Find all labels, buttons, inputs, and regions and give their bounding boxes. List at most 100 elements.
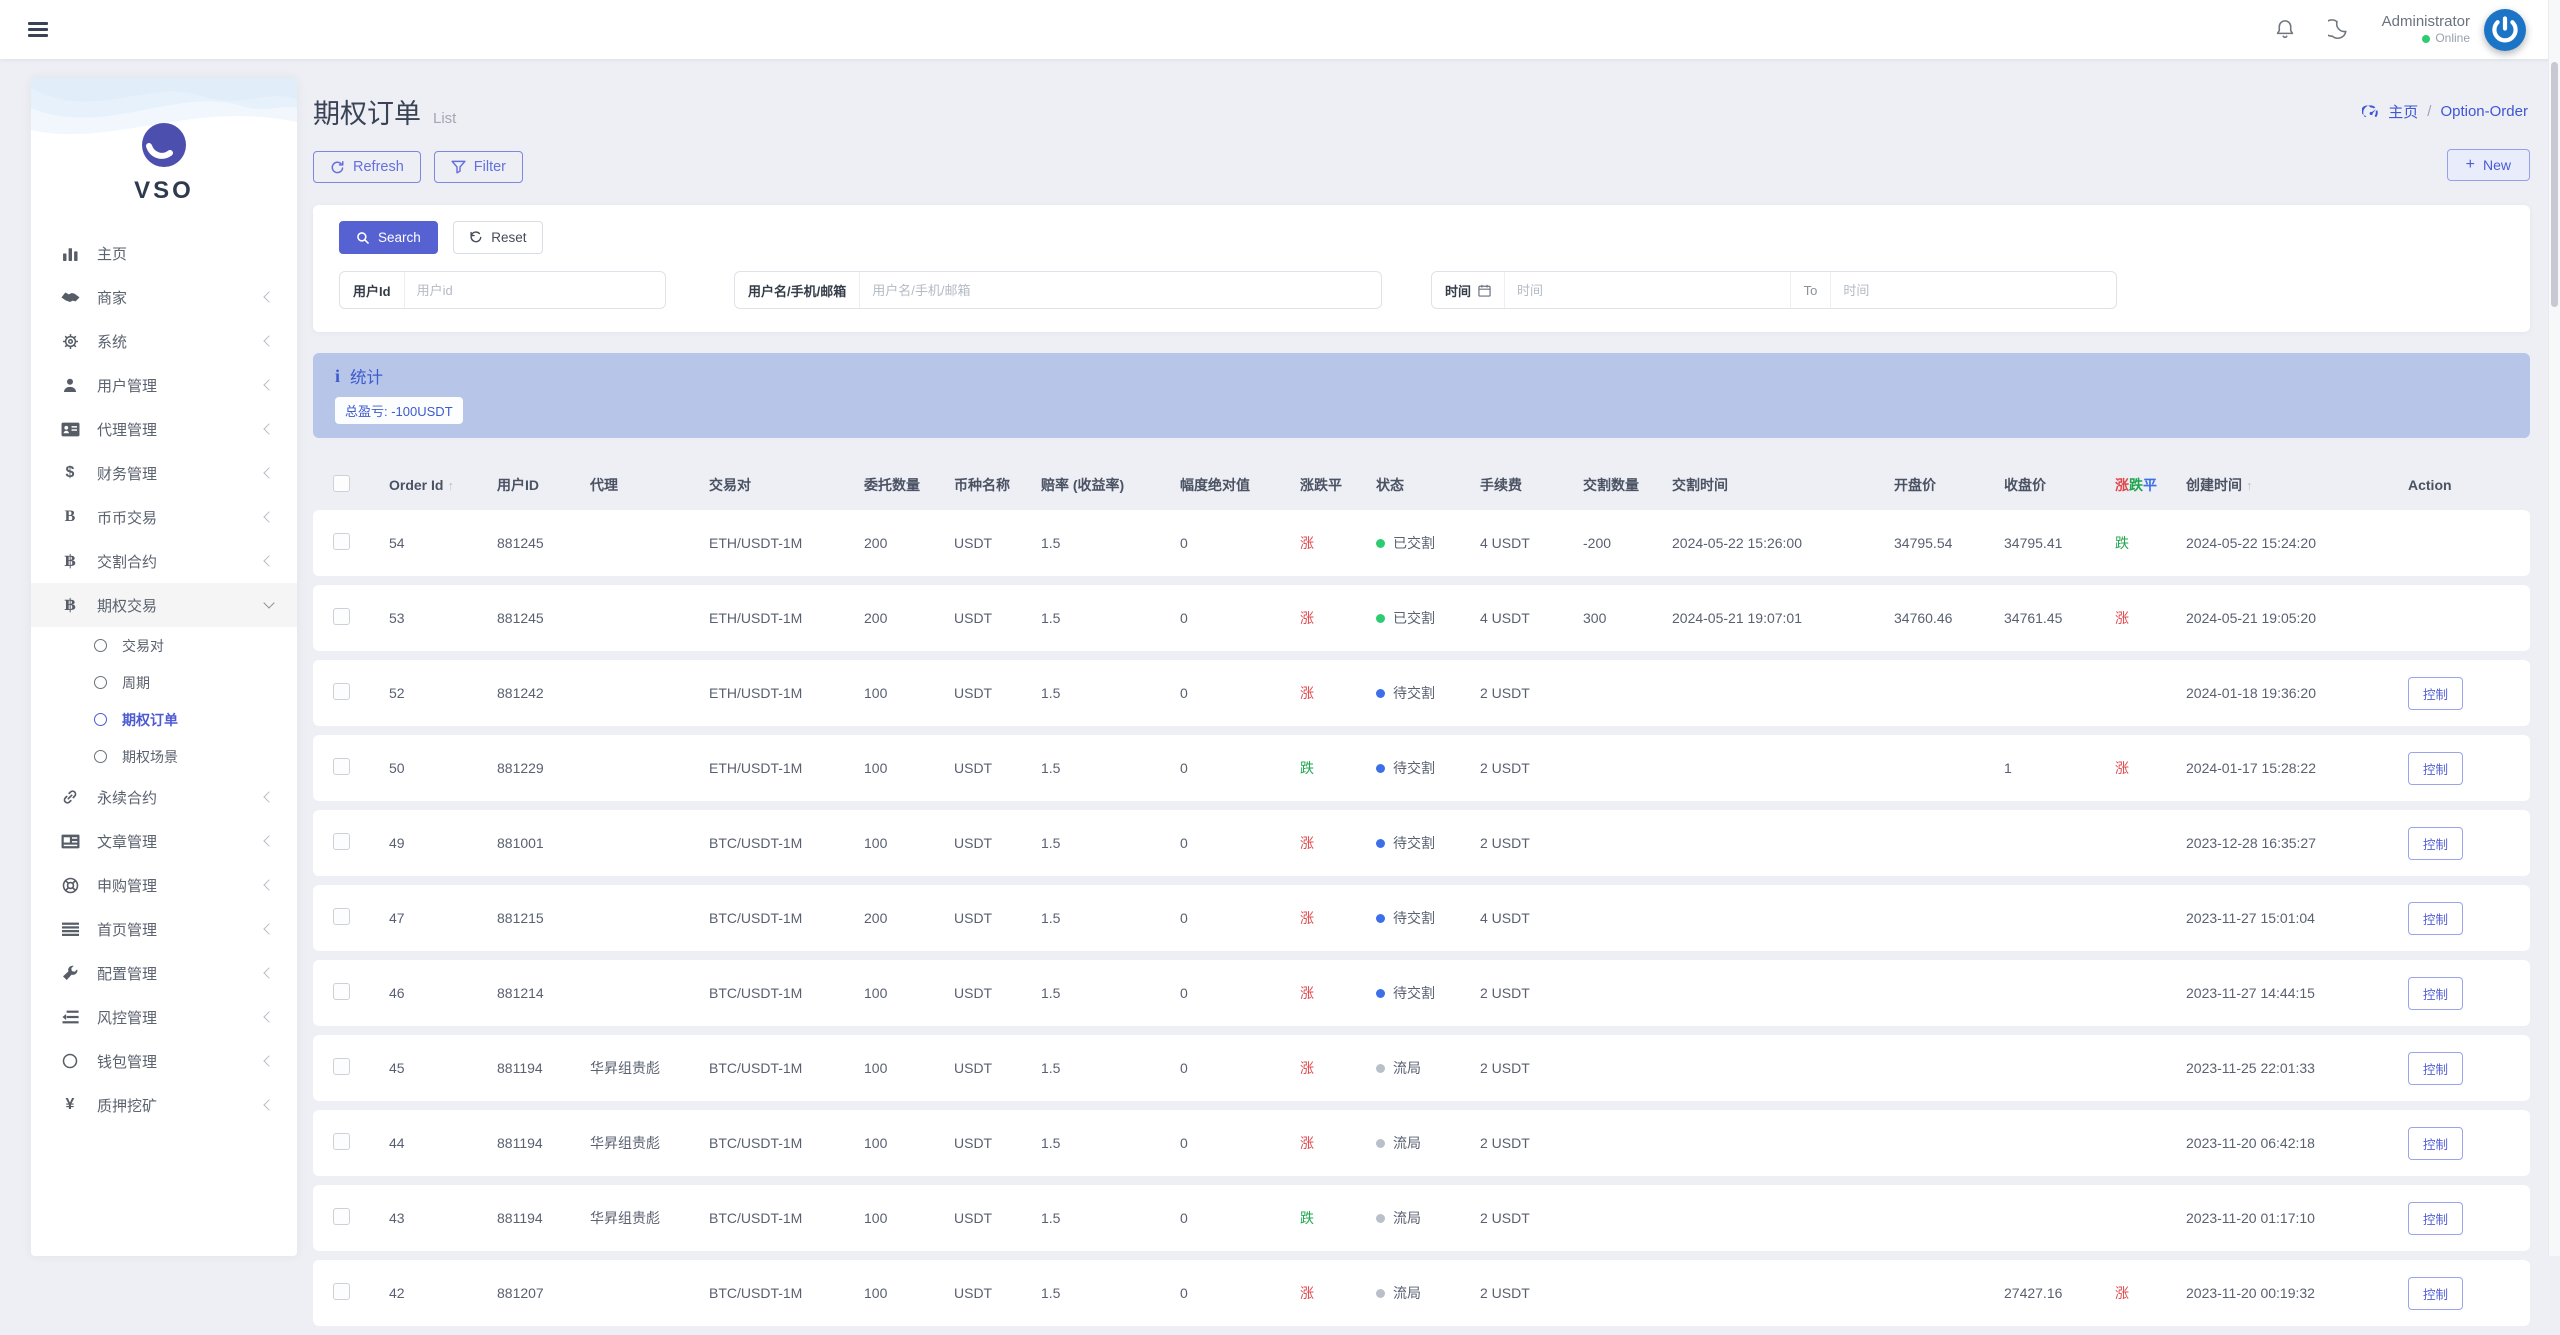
newspaper-icon — [58, 834, 82, 849]
sidebar-item-label: 用户管理 — [97, 375, 265, 396]
search-button[interactable]: Search — [339, 221, 438, 254]
sidebar-subitem[interactable]: 期权订单 — [31, 701, 297, 738]
control-button[interactable]: 控制 — [2408, 1127, 2463, 1160]
sidebar-item[interactable]: 文章管理 — [31, 819, 297, 863]
sidebar-subitem[interactable]: 期权场景 — [31, 738, 297, 775]
row-checkbox[interactable] — [333, 608, 350, 625]
cell-fee: 2 USDT — [1480, 1135, 1583, 1151]
chevron-icon — [263, 511, 274, 522]
cell-action: 控制 — [2408, 1127, 2510, 1160]
row-checkbox[interactable] — [333, 1058, 350, 1075]
row-checkbox[interactable] — [333, 1133, 350, 1150]
column-header: 代理 — [590, 475, 709, 495]
column-header[interactable]: 创建时间↑ — [2186, 475, 2408, 495]
cell-order-id: 52 — [389, 685, 497, 701]
sidebar-item[interactable]: 用户管理 — [31, 363, 297, 407]
menu-toggle-icon[interactable] — [28, 19, 48, 41]
sidebar-item[interactable]: 代理管理 — [31, 407, 297, 451]
column-header[interactable]: Order Id↑ — [389, 477, 497, 493]
cell-pair: BTC/USDT-1M — [709, 1210, 864, 1226]
cell-odds: 1.5 — [1041, 685, 1180, 701]
dark-mode-moon-icon[interactable] — [2328, 18, 2352, 42]
select-all-checkbox[interactable] — [333, 475, 350, 492]
row-checkbox[interactable] — [333, 758, 350, 775]
control-button[interactable]: 控制 — [2408, 1202, 2463, 1235]
row-checkbox[interactable] — [333, 683, 350, 700]
user-query-input[interactable] — [860, 272, 1381, 308]
sidebar-item[interactable]: 主页 — [31, 231, 297, 275]
handshake-icon — [58, 290, 82, 304]
scrollbar-thumb[interactable] — [2551, 62, 2558, 307]
row-checkbox[interactable] — [333, 908, 350, 925]
notifications-bell-icon[interactable] — [2274, 18, 2298, 42]
control-button[interactable]: 控制 — [2408, 977, 2463, 1010]
cell-amplitude: 0 — [1180, 1210, 1300, 1226]
toolbar: Refresh Filter + New — [313, 151, 2530, 183]
control-button[interactable]: 控制 — [2408, 1052, 2463, 1085]
sidebar-submenu: 交易对周期期权订单期权场景 — [31, 627, 297, 775]
sidebar-item-label: 主页 — [97, 243, 273, 264]
row-checkbox[interactable] — [333, 983, 350, 1000]
sidebar-item-label: 钱包管理 — [97, 1051, 265, 1072]
search-panel: Search Reset 用户Id 用户名/手机/邮箱 — [313, 205, 2530, 332]
row-checkbox[interactable] — [333, 533, 350, 550]
sidebar-item[interactable]: $财务管理 — [31, 451, 297, 495]
cell-amplitude: 0 — [1180, 535, 1300, 551]
sidebar-item[interactable]: 申购管理 — [31, 863, 297, 907]
time-from-input[interactable] — [1505, 272, 1790, 308]
reset-button[interactable]: Reset — [453, 221, 542, 254]
sidebar-item[interactable]: 钱包管理 — [31, 1039, 297, 1083]
calendar-icon — [1478, 284, 1491, 297]
breadcrumb: 主页 / Option-Order — [2362, 101, 2528, 122]
funnel-icon — [451, 160, 466, 174]
cell-status: 待交割 — [1376, 908, 1480, 928]
row-checkbox[interactable] — [333, 833, 350, 850]
control-button[interactable]: 控制 — [2408, 752, 2463, 785]
control-button[interactable]: 控制 — [2408, 677, 2463, 710]
refresh-button[interactable]: Refresh — [313, 151, 421, 183]
cell-odds: 1.5 — [1041, 1210, 1180, 1226]
row-checkbox[interactable] — [333, 1283, 350, 1300]
yen-icon: ¥ — [58, 1096, 82, 1114]
page-scrollbar[interactable] — [2548, 0, 2560, 1256]
avatar[interactable] — [2484, 9, 2526, 51]
sidebar-item[interactable]: ฿期权交易 — [31, 583, 297, 627]
letter-b-icon: B — [58, 508, 82, 526]
sidebar-item[interactable]: 系统 — [31, 319, 297, 363]
control-button[interactable]: 控制 — [2408, 827, 2463, 860]
sidebar-item[interactable]: 首页管理 — [31, 907, 297, 951]
sidebar-item[interactable]: ฿交割合约 — [31, 539, 297, 583]
sidebar-item[interactable]: ¥质押挖矿 — [31, 1083, 297, 1127]
sidebar-subitem[interactable]: 周期 — [31, 664, 297, 701]
sidebar-item[interactable]: 风控管理 — [31, 995, 297, 1039]
logo[interactable]: VSO — [31, 78, 297, 205]
user-id-field-group: 用户Id — [339, 271, 666, 309]
control-button[interactable]: 控制 — [2408, 1277, 2463, 1310]
new-button[interactable]: + New — [2447, 149, 2530, 181]
sidebar-item[interactable]: 配置管理 — [31, 951, 297, 995]
filter-button[interactable]: Filter — [434, 151, 523, 183]
table-row: 43881194华昇组贵彪BTC/USDT-1M100USDT1.50跌流局2 … — [313, 1185, 2530, 1251]
cell-amplitude: 0 — [1180, 985, 1300, 1001]
time-range-field-group: 时间 To — [1431, 271, 2117, 309]
cell-amount: 200 — [864, 610, 954, 626]
cell-user-id: 881207 — [497, 1285, 590, 1301]
table-row: 49881001BTC/USDT-1M100USDT1.50涨待交割2 USDT… — [313, 810, 2530, 876]
chevron-icon — [263, 597, 274, 608]
cell-coin: USDT — [954, 835, 1041, 851]
sidebar-item[interactable]: 商家 — [31, 275, 297, 319]
time-to-input[interactable] — [1831, 272, 2116, 308]
cell-created: 2024-05-22 15:24:20 — [2186, 535, 2408, 551]
row-checkbox[interactable] — [333, 1208, 350, 1225]
radio-circle-icon — [94, 676, 107, 689]
user-id-input[interactable] — [405, 272, 665, 308]
column-header: 涨跌平 — [2115, 475, 2186, 495]
control-button[interactable]: 控制 — [2408, 902, 2463, 935]
sidebar-subitem[interactable]: 交易对 — [31, 627, 297, 664]
sidebar-item[interactable]: B币币交易 — [31, 495, 297, 539]
column-header: 交割数量 — [1583, 475, 1672, 495]
sidebar-item[interactable]: 永续合约 — [31, 775, 297, 819]
breadcrumb-home-link[interactable]: 主页 — [2388, 101, 2418, 122]
cell-pair: BTC/USDT-1M — [709, 835, 864, 851]
cell-order-id: 45 — [389, 1060, 497, 1076]
